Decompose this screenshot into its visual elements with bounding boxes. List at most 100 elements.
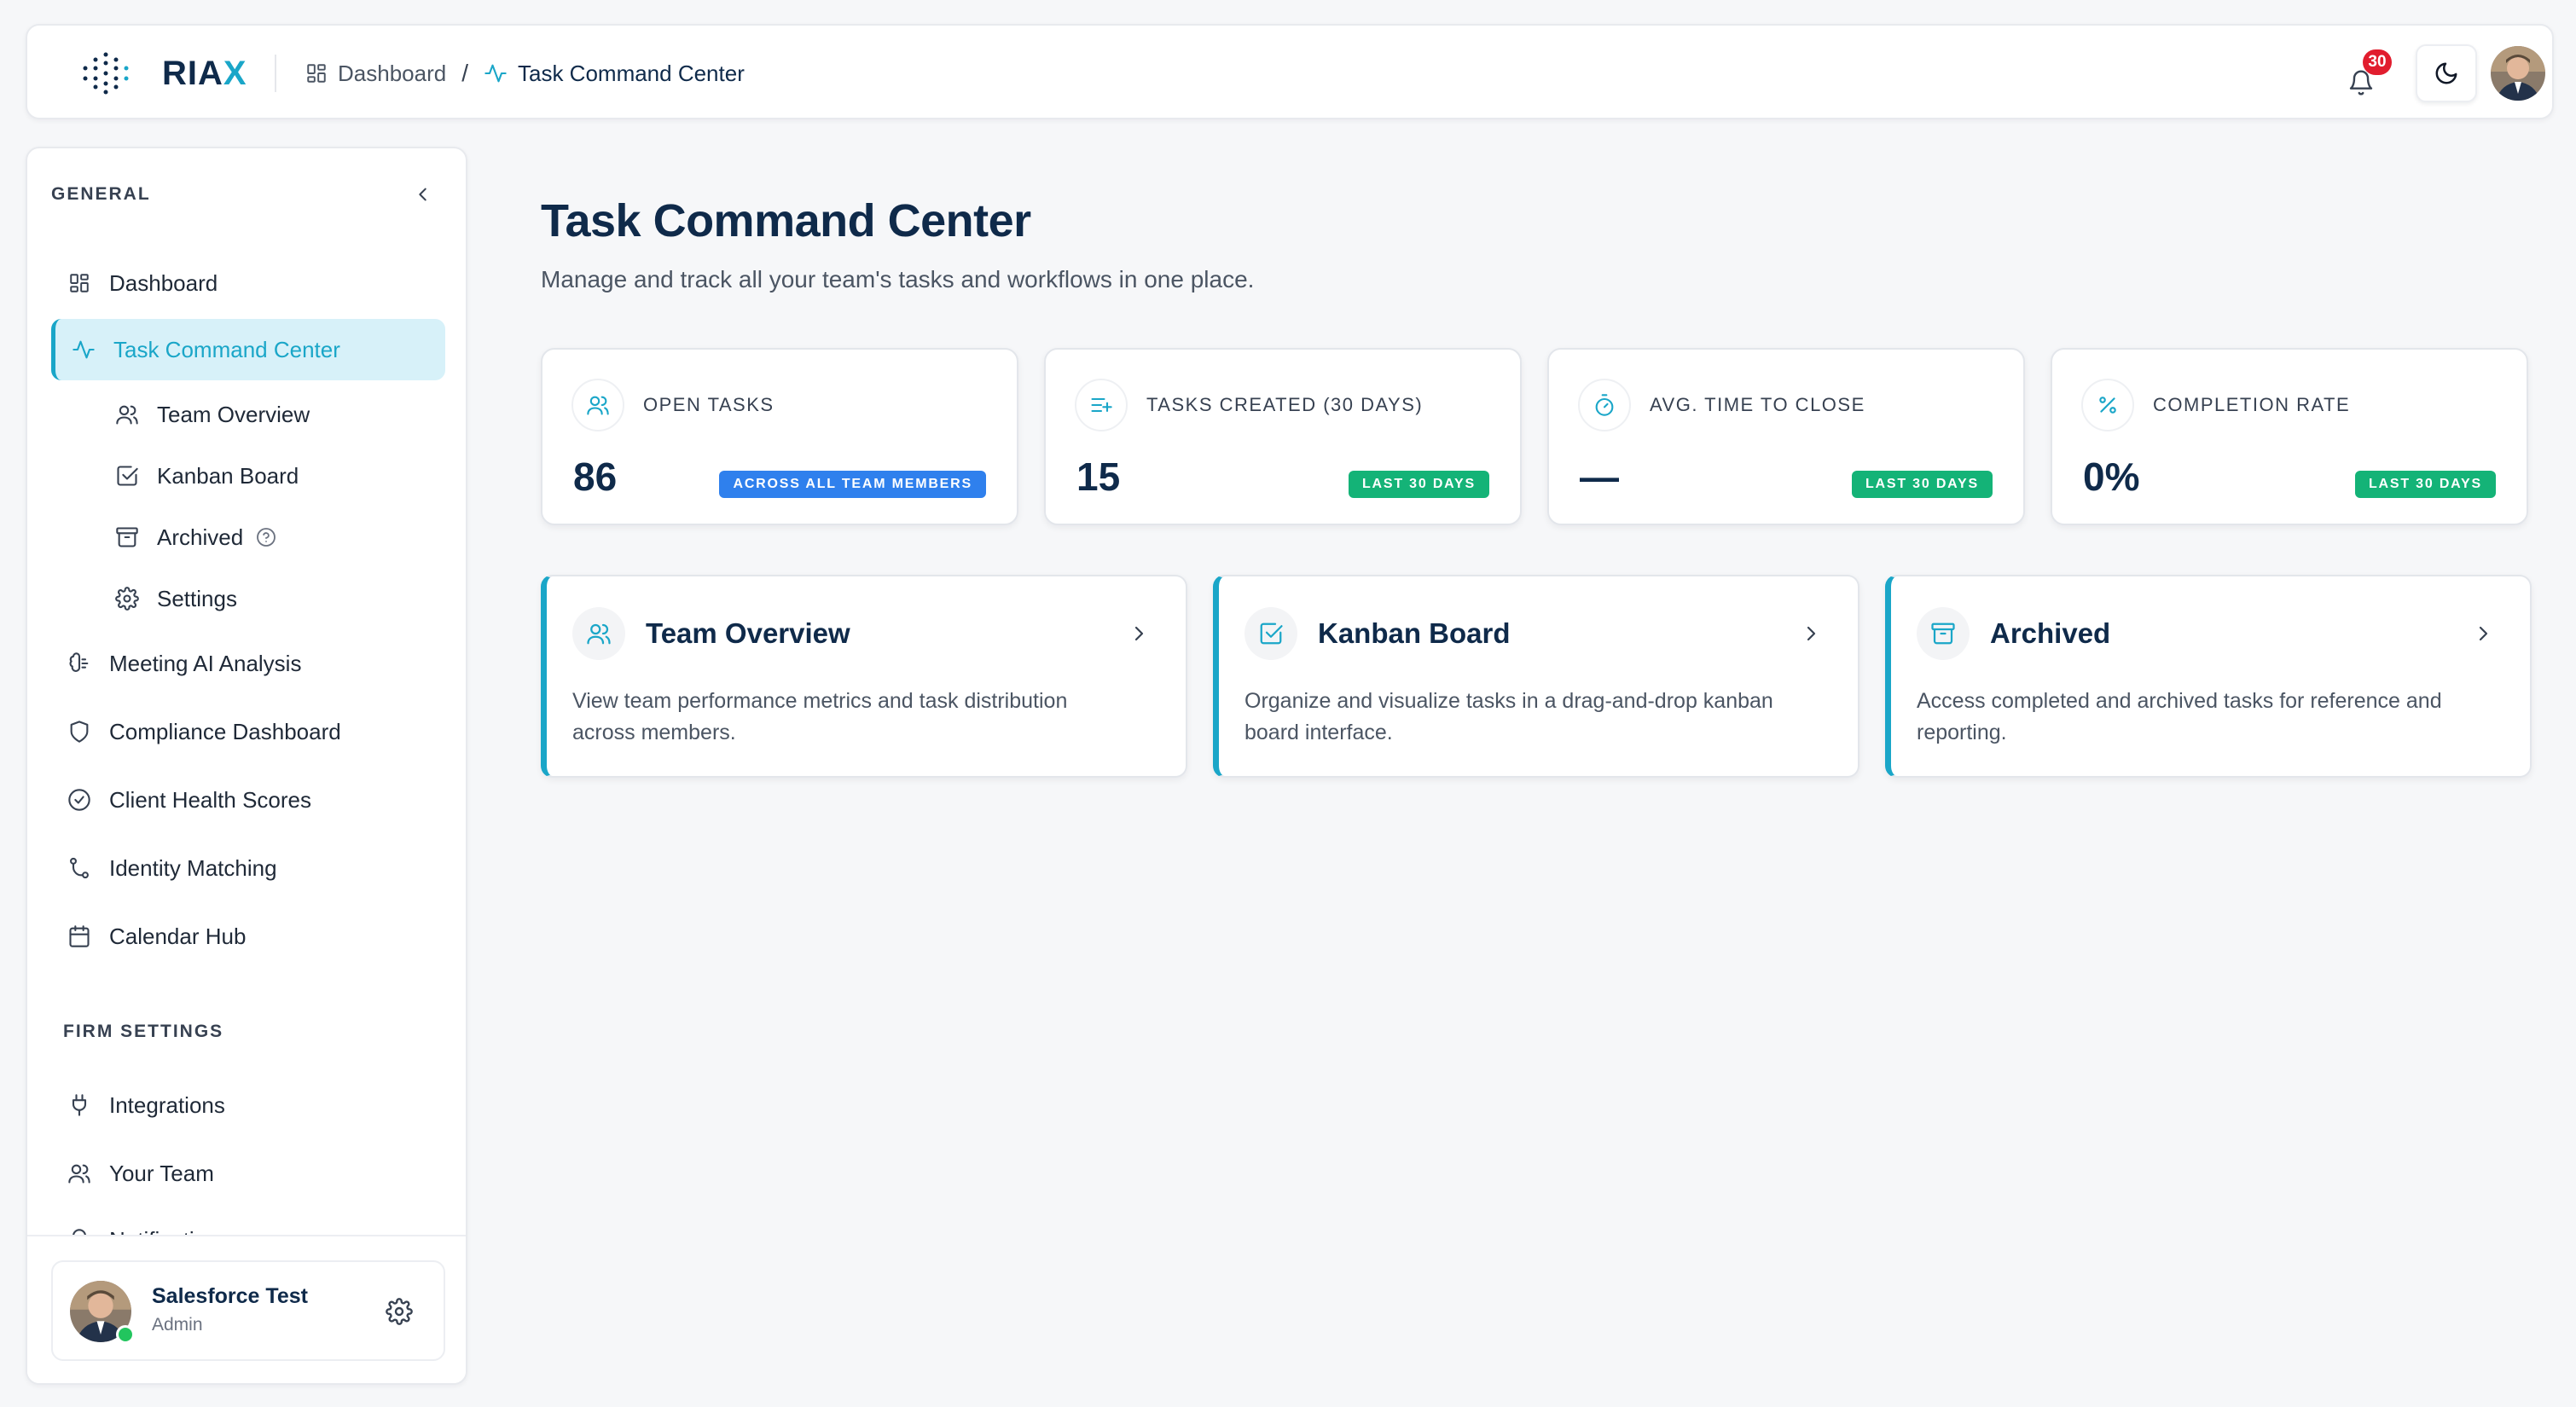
sidebar-item-label: Integrations [109, 1091, 225, 1118]
stat-label: TASKS CREATED (30 DAYS) [1146, 394, 1424, 415]
activity-icon [484, 61, 508, 85]
top-bar: RIAX Dashboard / Task Command Center 30 [26, 24, 2554, 119]
checkbox-icon [114, 463, 140, 489]
users-icon [67, 1161, 92, 1186]
sidebar-item-label: Team Overview [157, 401, 310, 427]
card-title: Archived [1990, 617, 2111, 649]
grid-icon [305, 62, 328, 84]
timer-icon [1578, 379, 1631, 431]
list-plus-icon [1075, 379, 1128, 431]
moon-icon [2434, 61, 2459, 86]
sidebar: GENERAL Dashboard Task Command Center Te… [26, 147, 467, 1385]
sidebar-item-label: Kanban Board [157, 462, 299, 489]
calendar-icon [67, 924, 92, 949]
stat-badge: LAST 30 DAYS [1851, 471, 1993, 498]
section-label-general: GENERAL [51, 184, 151, 204]
card-team-overview[interactable]: Team Overview View team performance metr… [541, 575, 1187, 778]
activity-icon [71, 337, 96, 362]
stat-badge: LAST 30 DAYS [2354, 471, 2496, 498]
stat-card-avg-time-to-close: AVG. TIME TO CLOSE — LAST 30 DAYS [1547, 348, 2025, 525]
checkbox-icon [1244, 607, 1297, 660]
sidebar-item-compliance-dashboard[interactable]: Compliance Dashboard [51, 701, 445, 762]
brain-icon [67, 651, 92, 676]
user-avatar[interactable] [2491, 46, 2545, 101]
sidebar-item-label: Your Team [109, 1160, 214, 1186]
brand-logo[interactable]: RIAX [162, 55, 247, 93]
stat-value: 86 [573, 455, 618, 499]
grid-icon [67, 270, 92, 296]
stat-card-completion-rate: COMPLETION RATE 0% LAST 30 DAYS [2051, 348, 2528, 525]
users-icon [571, 379, 624, 431]
chevron-right-icon [1796, 619, 1825, 648]
online-status-dot [116, 1325, 135, 1344]
page-title: Task Command Center [541, 195, 1031, 246]
sidebar-item-label: Task Command Center [113, 336, 340, 362]
card-kanban-board[interactable]: Kanban Board Organize and visualize task… [1213, 575, 1859, 778]
sidebar-item-settings[interactable]: Settings [109, 568, 445, 629]
stat-card-tasks-created: TASKS CREATED (30 DAYS) 15 LAST 30 DAYS [1044, 348, 1522, 525]
header-divider [275, 55, 276, 92]
stat-value: 0% [2083, 455, 2140, 499]
sidebar-item-label: Identity Matching [109, 854, 277, 881]
page-subtitle: Manage and track all your team's tasks a… [541, 266, 1255, 292]
sidebar-item-archived[interactable]: Archived [109, 507, 445, 568]
stat-badge: LAST 30 DAYS [1348, 471, 1489, 498]
sidebar-item-label: Calendar Hub [109, 923, 247, 949]
card-title: Kanban Board [1318, 617, 1511, 649]
stat-card-open-tasks: OPEN TASKS 86 ACROSS ALL TEAM MEMBERS [541, 348, 1018, 525]
users-icon [114, 402, 140, 427]
sidebar-item-meeting-ai-analysis[interactable]: Meeting AI Analysis [51, 633, 445, 694]
user-role: Admin [152, 1315, 203, 1335]
gear-icon [114, 586, 140, 611]
sidebar-item-calendar-hub[interactable]: Calendar Hub [51, 906, 445, 967]
sidebar-item-client-health-scores[interactable]: Client Health Scores [51, 769, 445, 831]
breadcrumb-current-label: Task Command Center [517, 60, 745, 86]
stat-badge: ACROSS ALL TEAM MEMBERS [719, 471, 986, 498]
sidebar-item-task-command-center[interactable]: Task Command Center [51, 319, 445, 380]
breadcrumb: Dashboard / Task Command Center [305, 56, 745, 90]
sidebar-item-label: Dashboard [109, 269, 218, 296]
chevron-right-icon [2469, 619, 2498, 648]
stat-label: OPEN TASKS [643, 394, 775, 415]
sidebar-item-identity-matching[interactable]: Identity Matching [51, 837, 445, 899]
chevron-left-icon [414, 185, 432, 204]
theme-toggle-button[interactable] [2416, 44, 2477, 102]
sidebar-item-label: Meeting AI Analysis [109, 650, 302, 676]
stat-value: — [1580, 455, 1619, 499]
collapse-sidebar-button[interactable] [406, 177, 440, 211]
stat-value: 15 [1076, 455, 1121, 499]
breadcrumb-separator: / [461, 60, 468, 86]
sidebar-item-label: Client Health Scores [109, 786, 311, 813]
card-title: Team Overview [646, 617, 850, 649]
sidebar-item-kanban-board[interactable]: Kanban Board [109, 445, 445, 507]
stat-label: COMPLETION RATE [2153, 394, 2351, 415]
card-description: View team performance metrics and task d… [572, 689, 1068, 744]
section-label-firm-settings: FIRM SETTINGS [63, 1022, 224, 1041]
help-circle-icon[interactable] [253, 524, 279, 550]
git-merge-icon [67, 855, 92, 881]
percent-icon [2081, 379, 2134, 431]
plug-icon [67, 1092, 92, 1118]
card-description: Organize and visualize tasks in a drag-a… [1244, 689, 1773, 744]
stat-label: AVG. TIME TO CLOSE [1650, 394, 1865, 415]
chevron-right-icon [1124, 619, 1153, 648]
logo-dots-icon[interactable] [80, 51, 131, 96]
breadcrumb-current: Task Command Center [484, 61, 745, 87]
sidebar-item-label: Compliance Dashboard [109, 718, 341, 744]
sidebar-item-dashboard[interactable]: Dashboard [51, 252, 445, 314]
breadcrumb-dashboard[interactable]: Dashboard [305, 61, 446, 87]
sidebar-item-your-team[interactable]: Your Team [51, 1143, 445, 1204]
check-circle-icon [67, 787, 92, 813]
user-profile-card[interactable]: Salesforce Test Admin [51, 1260, 445, 1361]
sidebar-item-label: Settings [157, 585, 237, 611]
sidebar-item-integrations[interactable]: Integrations [51, 1074, 445, 1136]
user-settings-button[interactable] [382, 1294, 416, 1329]
users-icon [572, 607, 625, 660]
archive-icon [1917, 607, 1970, 660]
archive-icon [114, 524, 140, 550]
notification-count-badge: 30 [2363, 49, 2392, 75]
card-archived[interactable]: Archived Access completed and archived t… [1885, 575, 2532, 778]
card-description: Access completed and archived tasks for … [1917, 689, 2442, 744]
breadcrumb-dashboard-label: Dashboard [338, 60, 447, 86]
sidebar-item-team-overview[interactable]: Team Overview [109, 384, 445, 445]
